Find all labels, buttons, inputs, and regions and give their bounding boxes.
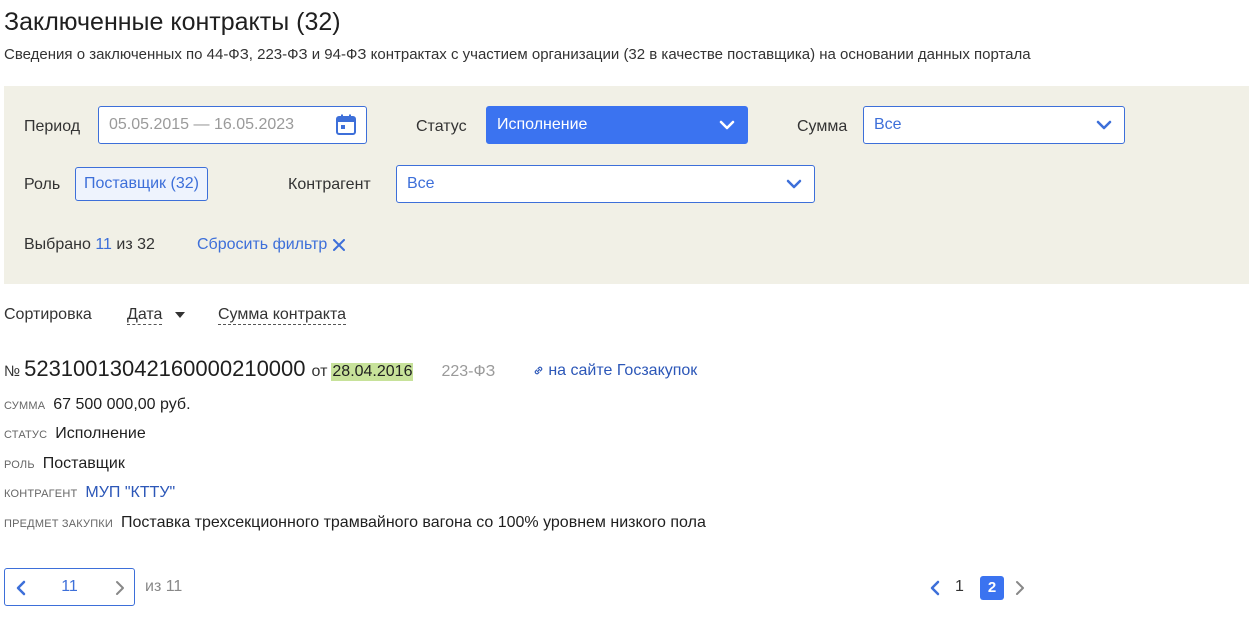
status-select[interactable]: Исполнение	[486, 106, 748, 144]
contract-date: 28.04.2016	[331, 363, 414, 381]
subject-value: Поставка трехсекционного трамвайного ваг…	[121, 514, 706, 531]
selected-prefix: Выбрано	[24, 236, 91, 253]
period-value: 05.05.2015 — 16.05.2023	[109, 116, 295, 133]
role-label: Роль	[24, 176, 61, 193]
role-chip-supplier[interactable]: Поставщик (32)	[75, 167, 208, 201]
role-value: Поставщик	[42, 455, 125, 472]
counterparty-select-value: Все	[407, 175, 435, 192]
contract-number[interactable]: 52310013042160000210000	[24, 356, 305, 382]
role-key: Роль	[4, 459, 35, 471]
status-key: Статус	[4, 429, 48, 441]
contract-status-row: Статус Исполнение	[4, 425, 146, 443]
reset-filter-label: Сбросить фильтр	[197, 236, 328, 253]
chevron-down-icon	[1096, 120, 1112, 130]
counterparty-key: Контрагент	[4, 488, 78, 500]
contract-counterparty-row: Контрагент МУП "КТТУ"	[4, 484, 175, 502]
page-2-current[interactable]: 2	[980, 576, 1004, 600]
status-select-value: Исполнение	[497, 116, 588, 133]
page-1-link[interactable]: 1	[955, 578, 964, 596]
selected-of: из 32	[116, 236, 155, 253]
contract-header: № 52310013042160000210000 от 28.04.2016 …	[4, 356, 697, 382]
goszakupki-link-label: на сайте Госзакупок	[548, 361, 698, 379]
sort-desc-icon[interactable]	[175, 312, 185, 318]
status-value: Исполнение	[55, 425, 146, 442]
filter-panel: Период 05.05.2015 — 16.05.2023 Статус Ис…	[4, 86, 1249, 284]
status-label: Статус	[416, 118, 467, 135]
sum-label: Сумма	[797, 118, 848, 135]
number-sign: №	[4, 363, 21, 380]
sort-by-date[interactable]: Дата	[127, 306, 163, 325]
goszakupki-link[interactable]: на сайте Госзакупок	[533, 362, 697, 380]
sort-label: Сортировка	[4, 306, 92, 323]
item-pager-total: из 11	[145, 578, 183, 595]
period-date-input[interactable]: 05.05.2015 — 16.05.2023	[98, 106, 367, 144]
reset-filter-button[interactable]: Сбросить фильтр	[197, 236, 346, 254]
page-next-icon[interactable]	[1010, 578, 1030, 598]
link-icon	[534, 366, 543, 375]
counterparty-label: Контрагент	[288, 176, 371, 193]
contract-law: 223-ФЗ	[441, 363, 496, 380]
counterparty-link[interactable]: МУП "КТТУ"	[85, 484, 175, 502]
counterparty-select[interactable]: Все	[396, 165, 815, 203]
chevron-right-icon[interactable]	[110, 578, 130, 598]
sum-select-value: Все	[874, 116, 902, 133]
selected-count-text: Выбрано 11 из 32	[24, 236, 155, 254]
calendar-icon[interactable]	[334, 113, 358, 137]
contract-subject-row: Предмет закупки Поставка трехсекционного…	[4, 514, 706, 532]
page-prev-icon[interactable]	[925, 578, 945, 598]
chevron-down-icon	[786, 179, 802, 189]
period-label: Период	[24, 118, 81, 135]
page-subtitle: Сведения о заключенных по 44-ФЗ, 223-ФЗ …	[4, 46, 1031, 63]
contract-role-row: Роль Поставщик	[4, 455, 125, 473]
sort-by-sum[interactable]: Сумма контракта	[218, 306, 346, 325]
contract-sum-row: Сумма 67 500 000,00 руб.	[4, 396, 191, 414]
sum-key: Сумма	[4, 400, 46, 412]
page-title: Заключенные контракты (32)	[4, 8, 341, 36]
close-icon	[333, 239, 346, 251]
role-chip-label: Поставщик (32)	[84, 175, 199, 192]
chevron-down-icon	[719, 120, 735, 130]
sum-value: 67 500 000,00 руб.	[53, 396, 191, 413]
selected-count: 11	[95, 236, 112, 253]
from-word: от	[311, 363, 328, 380]
sum-select[interactable]: Все	[863, 106, 1125, 144]
item-pager: 11	[4, 568, 135, 606]
subject-key: Предмет закупки	[4, 518, 114, 530]
